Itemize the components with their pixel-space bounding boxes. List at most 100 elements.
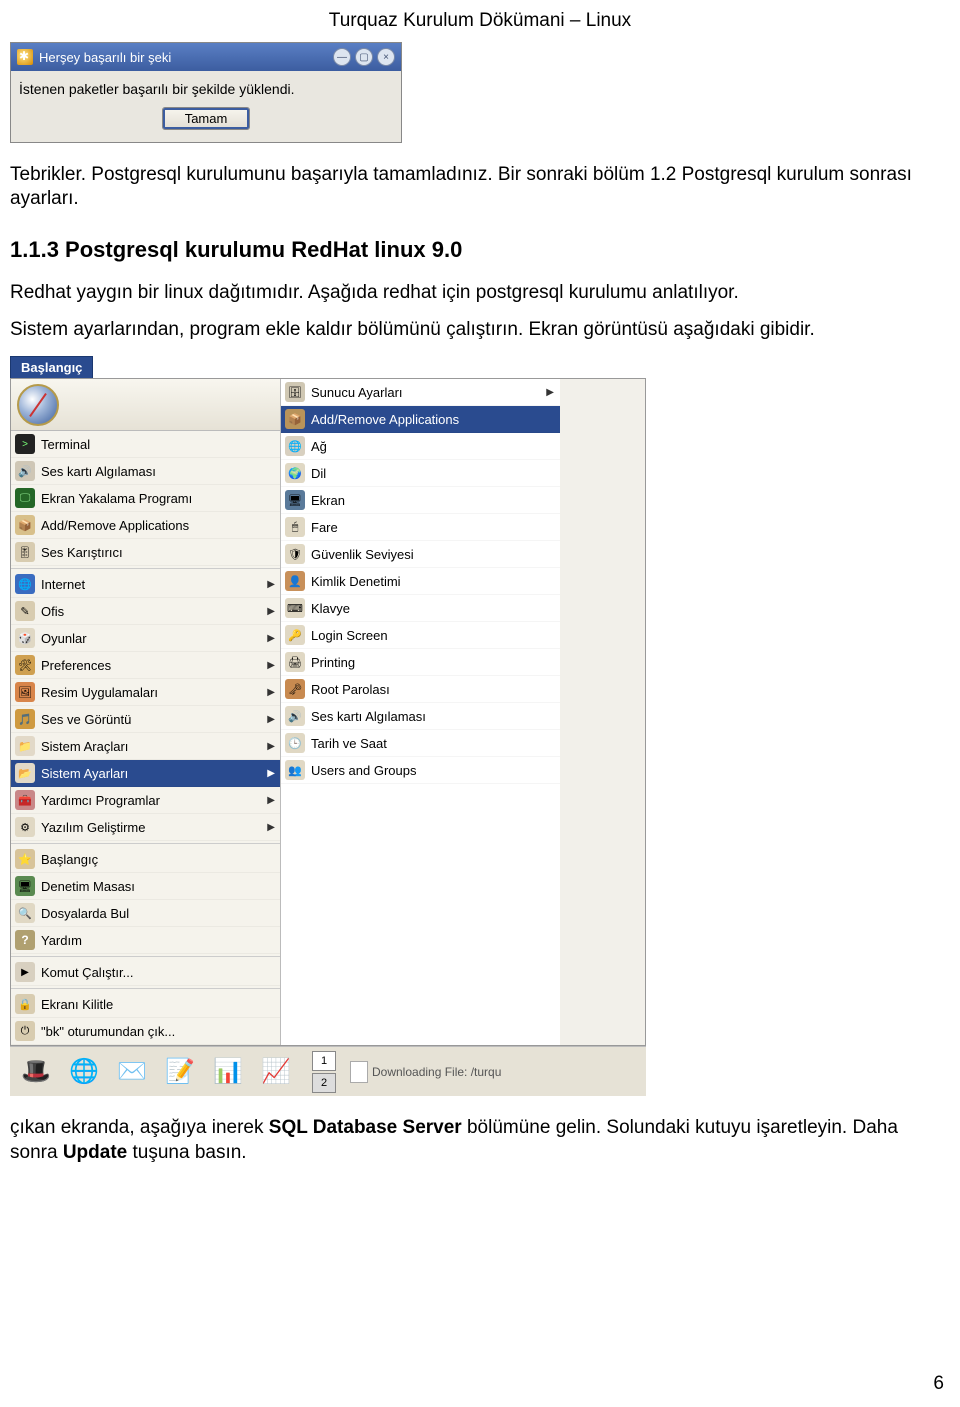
taskbar: 🎩 🌐 ✉️ 📝 📊 📈 1 2 Downloading File: /turq… [10,1046,646,1096]
maximize-icon[interactable]: ▢ [355,48,373,66]
submenu-item-label: Sunucu Ayarları [311,385,403,400]
menu-item-label: Ofis [41,604,64,619]
menu-item[interactable]: Ekran Yakalama Programı [11,485,281,512]
close-icon[interactable]: × [377,48,395,66]
start-button[interactable]: Başlangıç [10,356,93,378]
mail-icon[interactable]: ✉️ [110,1050,154,1094]
menu-divider [11,956,281,957]
menu-item[interactable]: Yazılım Geliştirme▶ [11,814,281,841]
submenu-item[interactable]: Root Parolası [281,676,560,703]
submenu-item-label: Ses kartı Algılaması [311,709,426,724]
i-logout-icon [15,1021,35,1041]
menu-item[interactable]: Komut Çalıştır... [11,959,281,986]
menu-item[interactable]: "bk" oturumundan çık... [11,1018,281,1045]
workspace-1[interactable]: 1 [312,1051,336,1071]
left-menu-panel: TerminalSes kartı Algılaması Ekran Yakala… [11,379,281,1045]
i-print-icon [285,652,305,672]
ok-button[interactable]: Tamam [162,107,251,130]
menu-item[interactable]: Resim Uygulamaları▶ [11,679,281,706]
i-login-icon [285,625,305,645]
menu-divider [11,843,281,844]
menu-item[interactable]: Terminal [11,431,281,458]
redhat-icon[interactable]: 🎩 [14,1050,58,1094]
menu-item-label: Internet [41,577,85,592]
taskbar-task[interactable]: Downloading File: /turqu [350,1061,501,1083]
submenu-item[interactable]: Tarih ve Saat [281,730,560,757]
submenu-item[interactable]: Ses kartı Algılaması [281,703,560,730]
dialog-body: İstenen paketler başarılı bir şekilde yü… [11,71,401,142]
submenu-item-label: Printing [311,655,355,670]
submenu-item[interactable]: Klavye [281,595,560,622]
submenu-item[interactable]: Printing [281,649,560,676]
menu-item[interactable]: Ofis▶ [11,598,281,625]
browser-icon[interactable]: 🌐 [62,1050,106,1094]
menu-item[interactable]: Ses Karıştırıcı [11,539,281,566]
menu-item[interactable]: Dosyalarda Bul [11,900,281,927]
impress-icon[interactable]: 📊 [206,1050,250,1094]
i-term-icon [15,434,35,454]
workspace-pager[interactable]: 1 2 [312,1051,336,1093]
dialog-titlebar: Herşey başarılı bir şeki — ▢ × [11,43,401,71]
submenu-item[interactable]: Ağ [281,433,560,460]
i-sec-icon [285,544,305,564]
menu-item-label: "bk" oturumundan çık... [41,1024,175,1039]
submenu-item-label: Dil [311,466,326,481]
i-root-icon [285,679,305,699]
menu-item-label: Ses Karıştırıcı [41,545,123,560]
menu-item[interactable]: Ses ve Görüntü ▶ [11,706,281,733]
menu-item[interactable]: Oyunlar▶ [11,625,281,652]
submenu-item[interactable]: Users and Groups [281,757,560,784]
i-lock-icon [15,994,35,1014]
submenu-item-label: Ekran [311,493,345,508]
submenu-item[interactable]: Fare [281,514,560,541]
paragraph-2: Redhat yaygın bir linux dağıtımıdır. Aşa… [10,281,950,305]
menu-item[interactable]: Denetim Masası [11,873,281,900]
calc-icon[interactable]: 📈 [254,1050,298,1094]
taskbar-task-label: Downloading File: /turqu [372,1065,501,1079]
menu-item[interactable]: Ekranı Kilitle [11,991,281,1018]
submenu-item-label: Klavye [311,601,350,616]
i-users-icon [285,760,305,780]
menu-item[interactable]: Preferences▶ [11,652,281,679]
lower-suffix: tuşuna basın. [127,1142,246,1163]
menu-item[interactable]: Ses kartı Algılaması [11,458,281,485]
menu-item[interactable]: Başlangıç [11,846,281,873]
i-img-icon [15,682,35,702]
menu-item[interactable]: Sistem Araçları▶ [11,733,281,760]
submenu-arrow-icon: ▶ [267,768,275,779]
menu-item-label: Ekran Yakalama Programı [41,491,192,506]
submenu-item-label: Güvenlik Seviyesi [311,547,414,562]
menu-item[interactable]: Sistem Ayarları▶ [11,760,281,787]
submenu-item[interactable]: Ekran [281,487,560,514]
i-kb-icon [285,598,305,618]
menu-item[interactable]: Add/Remove Applications [11,512,281,539]
menu-item[interactable]: Yardım [11,927,281,954]
minimize-icon[interactable]: — [333,48,351,66]
submenu-arrow-icon: ▶ [267,795,275,806]
right-submenu-panel: Sunucu Ayarları▶Add/Remove ApplicationsA… [280,379,560,1045]
lower-bold1: SQL Database Server [269,1117,462,1138]
menu-item-label: Yazılım Geliştirme [41,820,146,835]
i-aux-icon [15,790,35,810]
i-server-icon [285,382,305,402]
menu-item-label: Ses ve Görüntü [41,712,131,727]
writer-icon[interactable]: 📝 [158,1050,202,1094]
submenu-item-label: Users and Groups [311,763,417,778]
i-search-icon [15,903,35,923]
submenu-arrow-icon: ▶ [267,714,275,725]
paragraph-1: Tebrikler. Postgresql kurulumunu başarıy… [10,163,950,211]
menu-item[interactable]: Internet▶ [11,571,281,598]
menu-item-label: Sistem Araçları [41,739,128,754]
submenu-item[interactable]: Sunucu Ayarları▶ [281,379,560,406]
i-av-icon [15,709,35,729]
submenu-item[interactable]: Güvenlik Seviyesi [281,541,560,568]
compass-icon [17,384,59,426]
i-ag-icon [285,436,305,456]
submenu-item[interactable]: Dil [281,460,560,487]
submenu-item[interactable]: Kimlik Denetimi [281,568,560,595]
menu-item-label: Komut Çalıştır... [41,965,133,980]
submenu-item[interactable]: Login Screen [281,622,560,649]
menu-item[interactable]: Yardımcı Programlar▶ [11,787,281,814]
submenu-item[interactable]: Add/Remove Applications [281,406,560,433]
workspace-2[interactable]: 2 [312,1073,336,1093]
